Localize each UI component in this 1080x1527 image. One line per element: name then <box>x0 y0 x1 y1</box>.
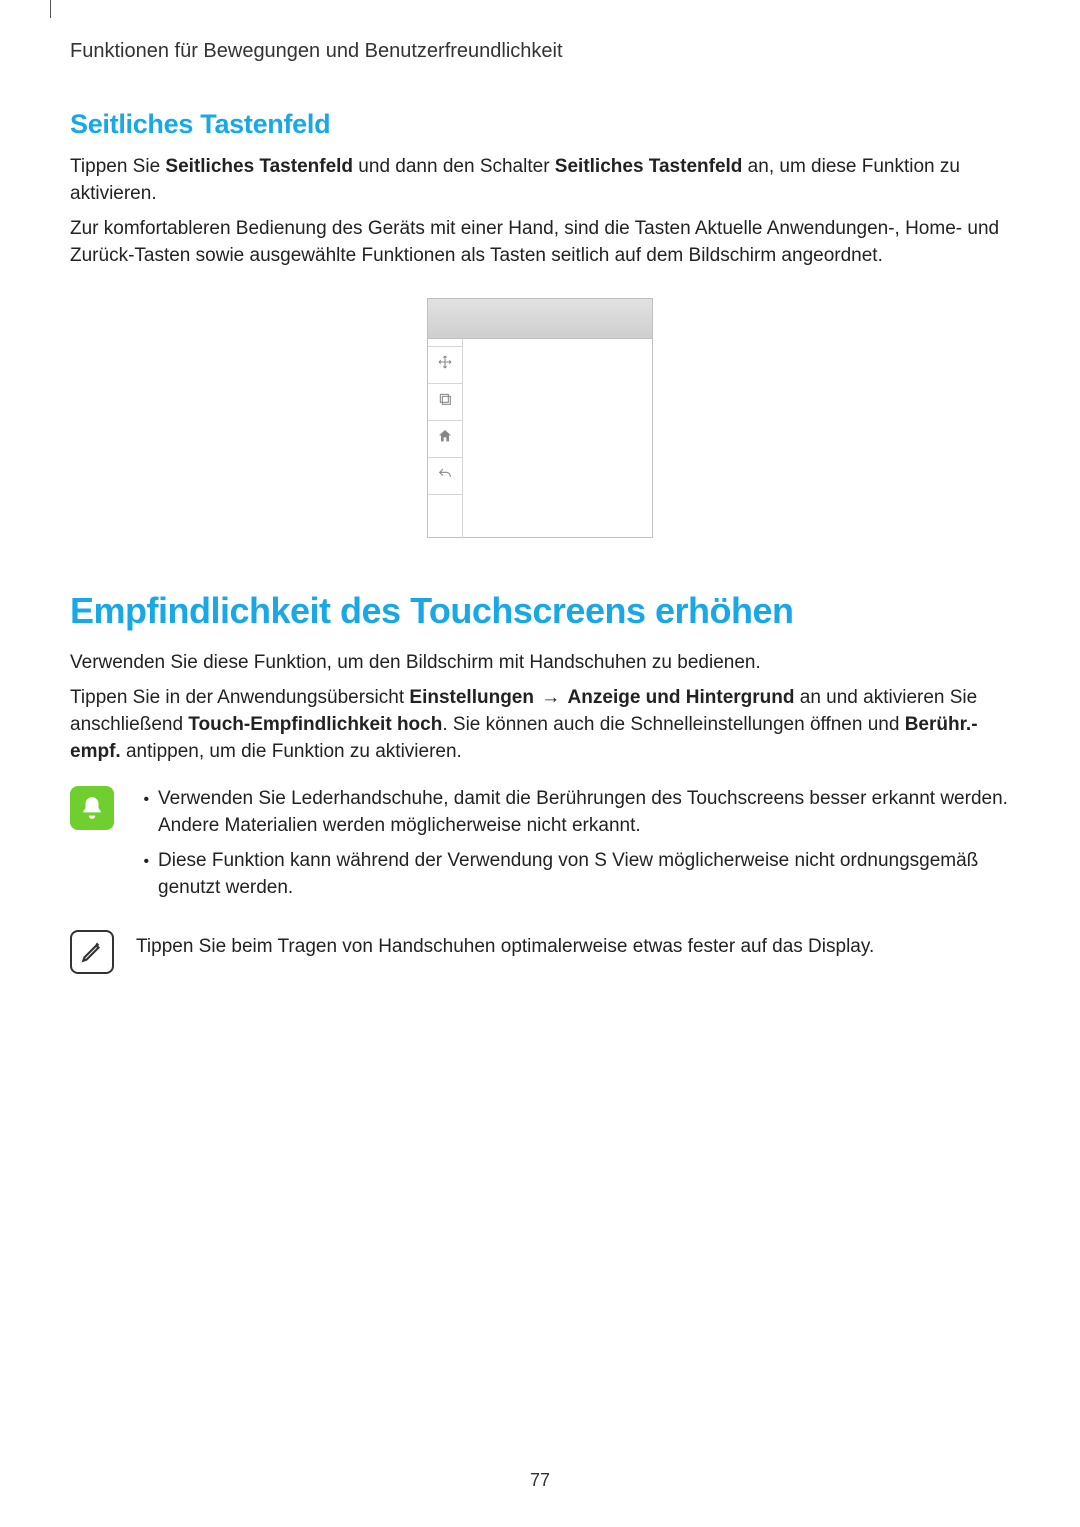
text: und dann den Schalter <box>353 156 555 177</box>
note-body: Verwenden Sie Lederhandschuhe, damit die… <box>136 786 1010 910</box>
text: Tippen Sie in der Anwendungsübersicht <box>70 687 409 708</box>
side-button-home <box>428 420 462 458</box>
home-icon <box>437 428 453 449</box>
bold-text: Seitliches Tastenfeld <box>555 156 743 177</box>
note-block-caution: Verwenden Sie Lederhandschuhe, damit die… <box>70 786 1010 910</box>
note-list-item: Verwenden Sie Lederhandschuhe, damit die… <box>158 786 1010 840</box>
back-icon <box>437 465 453 486</box>
bold-text: Einstellungen <box>409 687 534 708</box>
page: Funktionen für Bewegungen und Benutzerfr… <box>0 0 1080 1527</box>
note-list-item: Diese Funktion kann während der Verwendu… <box>158 848 1010 902</box>
note-list: Verwenden Sie Lederhandschuhe, damit die… <box>136 786 1010 902</box>
text: Tippen Sie <box>70 156 165 177</box>
section1-paragraph-2: Zur komfortableren Bedienung des Geräts … <box>70 216 1010 270</box>
running-header: Funktionen für Bewegungen und Benutzerfr… <box>70 40 1010 63</box>
bold-text: Touch-Empfindlichkeit hoch <box>188 714 442 735</box>
side-button-recent <box>428 383 462 421</box>
note-block-info: Tippen Sie beim Tragen von Handschuhen o… <box>70 930 1010 974</box>
note-body: Tippen Sie beim Tragen von Handschuhen o… <box>136 930 1010 961</box>
device-main-area <box>463 339 652 538</box>
note-text: Tippen Sie beim Tragen von Handschuhen o… <box>136 934 1010 961</box>
recent-apps-icon <box>437 391 453 412</box>
side-key-panel <box>428 339 463 538</box>
section2-paragraph-2: Tippen Sie in der Anwendungsübersicht Ei… <box>70 685 1010 766</box>
section2-paragraph-1: Verwenden Sie diese Funktion, um den Bil… <box>70 650 1010 677</box>
arrow-text: → <box>534 687 568 708</box>
device-illustration <box>427 298 653 538</box>
page-number: 77 <box>0 1470 1080 1491</box>
note-pen-icon <box>70 930 114 974</box>
bold-text: Anzeige und Hintergrund <box>568 687 795 708</box>
bold-text: Seitliches Tastenfeld <box>165 156 353 177</box>
text: . Sie können auch die Schnelleinstellung… <box>442 714 904 735</box>
move-icon <box>437 354 453 375</box>
section-title-touch-sensitivity: Empfindlichkeit des Touchscreens erhöhen <box>70 590 1010 632</box>
device-body <box>428 339 652 538</box>
text: antippen, um die Funktion zu aktivieren. <box>121 741 462 762</box>
section1-paragraph-1: Tippen Sie Seitliches Tastenfeld und dan… <box>70 154 1010 208</box>
device-statusbar <box>428 299 652 339</box>
page-tick-mark <box>50 0 51 18</box>
side-button-back <box>428 457 462 495</box>
section-title-side-keys: Seitliches Tastenfeld <box>70 109 1010 140</box>
side-button-move <box>428 346 462 384</box>
bell-icon <box>70 786 114 830</box>
